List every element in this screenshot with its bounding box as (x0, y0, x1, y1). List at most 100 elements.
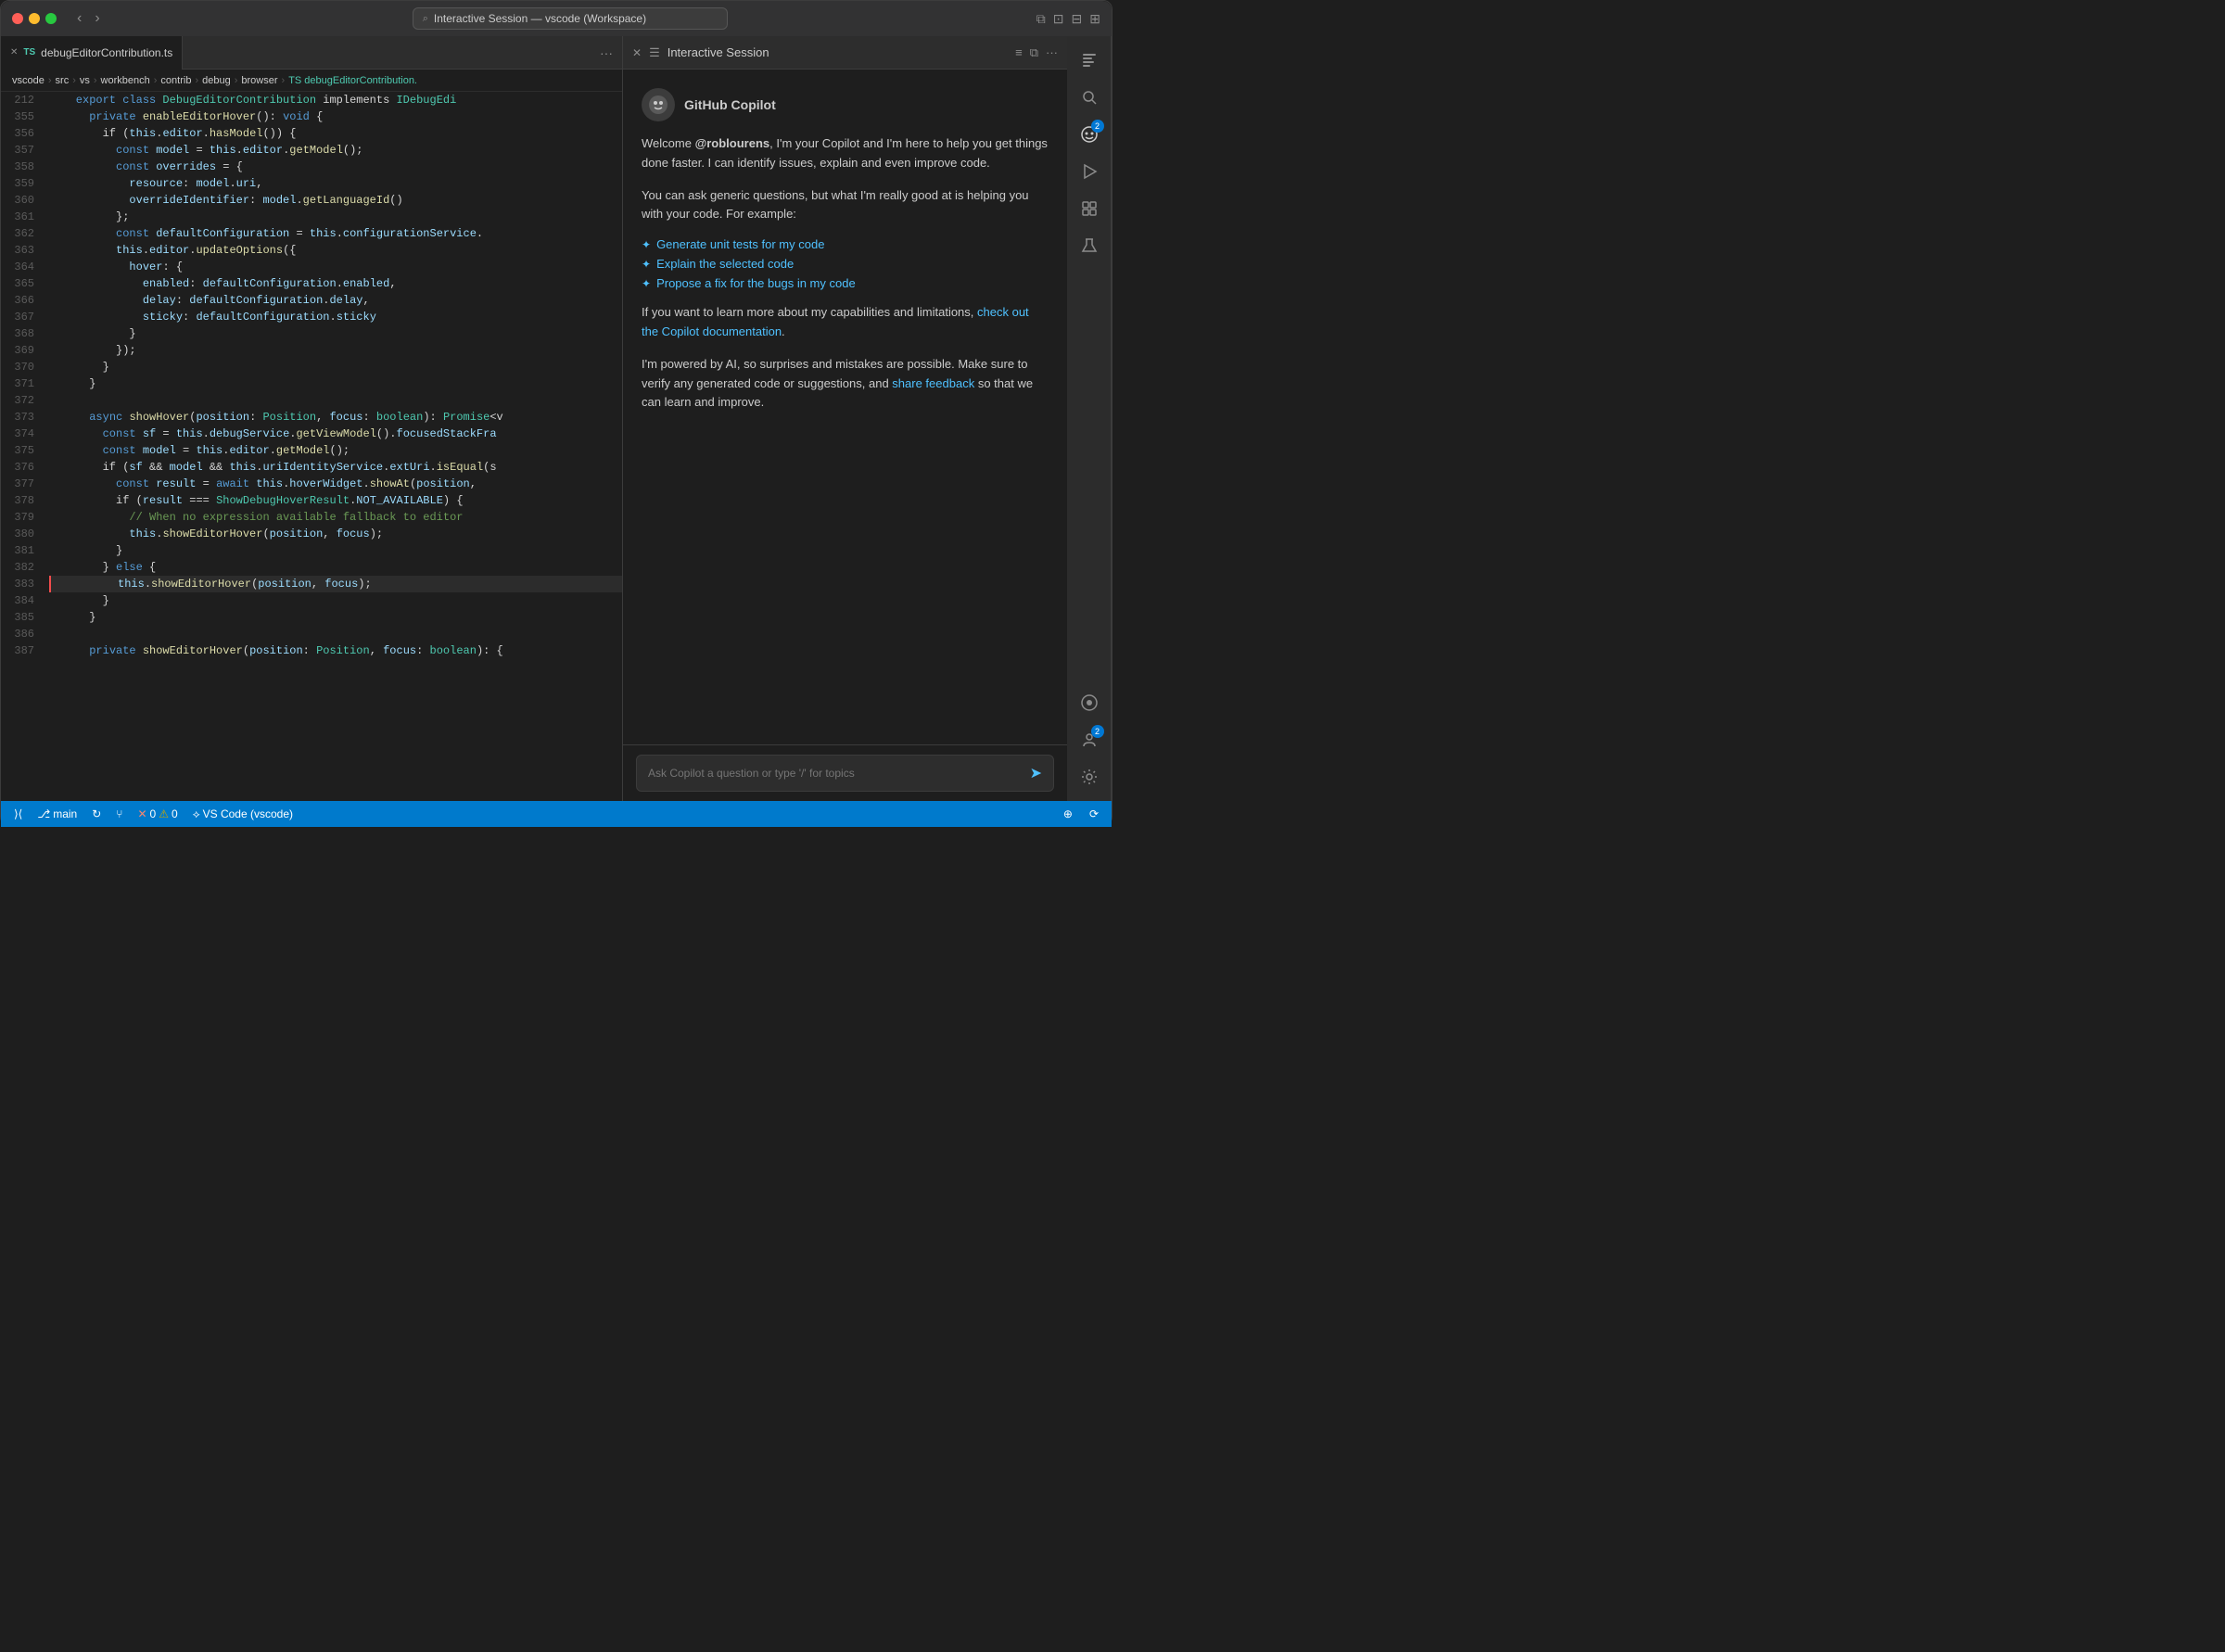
remote-icon: ⟩⟨ (14, 807, 22, 820)
search-bar-inner[interactable]: ⌕ Interactive Session — vscode (Workspac… (413, 7, 728, 30)
copilot-link-2[interactable]: ✦ Explain the selected code (642, 257, 1049, 271)
sync-icon: ↻ (92, 807, 101, 820)
spark-icon-3: ✦ (642, 277, 651, 290)
status-errors[interactable]: ✕ 0 ⚠ 0 (134, 807, 181, 820)
nav-buttons: ‹ › (73, 8, 104, 29)
activity-run[interactable] (1073, 155, 1106, 188)
status-left: ⟩⟨ ⎇ main ↻ ⑂ ✕ 0 ⚠ 0 ⟡ VS Code (vscode) (10, 807, 297, 821)
breadcrumb-src[interactable]: src (56, 75, 70, 86)
warning-count: 0 (172, 807, 178, 820)
status-sync[interactable]: ↻ (88, 807, 105, 820)
activity-accounts[interactable]: 2 (1073, 723, 1106, 756)
tab-lang: TS (23, 47, 35, 57)
editor-tab[interactable]: ✕ TS debugEditorContribution.ts (1, 36, 183, 70)
error-count: 0 (150, 807, 157, 820)
close-button[interactable] (12, 13, 23, 24)
tab-more-button[interactable]: ··· (591, 45, 622, 60)
copilot-welcome-text: Welcome @roblourens, I'm your Copilot an… (642, 134, 1049, 173)
status-broadcast[interactable]: ⟳ (1086, 807, 1102, 820)
back-button[interactable]: ‹ (73, 8, 85, 29)
copilot-menu-icon: ☰ (649, 45, 660, 60)
copilot-avatar-row: GitHub Copilot (642, 88, 1049, 121)
branch-icon: ⎇ (37, 807, 50, 820)
branch-name: main (53, 807, 77, 820)
activity-settings[interactable] (1073, 760, 1106, 794)
copilot-panel-title: Interactive Session (668, 45, 1008, 59)
code-editor[interactable]: 212 355 356 357 358 359 360 361 362 363 … (1, 92, 622, 801)
status-remote-button[interactable]: ⟩⟨ (10, 807, 26, 820)
copilot-list-icon[interactable]: ≡ (1015, 45, 1023, 60)
status-vscode[interactable]: ⟡ VS Code (vscode) (189, 807, 297, 821)
breadcrumb-vscode[interactable]: vscode (12, 75, 44, 86)
breadcrumb-browser[interactable]: browser (241, 75, 277, 86)
search-icon: ⌕ (423, 13, 428, 25)
activity-flask[interactable] (1073, 229, 1106, 262)
copilot-header-actions: ≡ ⧉ ··· (1015, 45, 1058, 60)
layout-button[interactable]: ⊡ (1053, 11, 1064, 27)
copilot-docs-link[interactable]: check out the Copilot documentation (642, 305, 1029, 338)
title-bar: ‹ › ⌕ Interactive Session — vscode (Work… (1, 1, 1112, 36)
activity-bottom: 2 (1073, 686, 1106, 794)
copilot-link-1[interactable]: ✦ Generate unit tests for my code (642, 237, 1049, 251)
vscode-icon: ⟡ (193, 807, 200, 821)
activity-copilot[interactable]: 2 (1073, 118, 1106, 151)
breadcrumb-workbench[interactable]: workbench (101, 75, 150, 86)
accounts-badge: 2 (1091, 725, 1104, 738)
status-live-share[interactable]: ⊕ (1060, 807, 1076, 820)
copilot-split-icon[interactable]: ⧉ (1030, 45, 1038, 60)
status-git[interactable]: ⑂ (112, 807, 126, 820)
workspace-name: VS Code (vscode) (203, 807, 293, 820)
copilot-more-icon[interactable]: ··· (1046, 45, 1058, 60)
title-bar-actions: ⧉ ⊡ ⊟ ⊞ (1036, 11, 1100, 27)
copilot-panel: ✕ ☰ Interactive Session ≡ ⧉ ··· G (622, 36, 1067, 801)
panel-button[interactable]: ⊟ (1072, 11, 1083, 27)
copilot-links-section: ✦ Generate unit tests for my code ✦ Expl… (642, 237, 1049, 290)
status-branch[interactable]: ⎇ main (33, 807, 81, 820)
warning-icon: ⚠ (159, 807, 169, 820)
copilot-link-2-text: Explain the selected code (656, 257, 794, 271)
live-share-icon: ⊕ (1063, 807, 1073, 820)
spark-icon-1: ✦ (642, 238, 651, 251)
status-bar: ⟩⟨ ⎇ main ↻ ⑂ ✕ 0 ⚠ 0 ⟡ VS Code (vscode)… (1, 801, 1112, 827)
minimize-button[interactable] (29, 13, 40, 24)
breadcrumb-debug[interactable]: debug (202, 75, 231, 86)
copilot-panel-header: ✕ ☰ Interactive Session ≡ ⧉ ··· (623, 36, 1067, 70)
copilot-intro-text: You can ask generic questions, but what … (642, 186, 1049, 225)
tab-filename: debugEditorContribution.ts (41, 46, 172, 59)
broadcast-icon: ⟳ (1089, 807, 1099, 820)
breadcrumb-vs[interactable]: vs (80, 75, 90, 86)
activity-github[interactable] (1073, 686, 1106, 719)
activity-explorer[interactable] (1073, 44, 1106, 77)
breadcrumb-file[interactable]: TS debugEditorContribution. (288, 75, 417, 86)
editor-area: ✕ TS debugEditorContribution.ts ··· vsco… (1, 36, 622, 801)
breadcrumb-contrib[interactable]: contrib (160, 75, 191, 86)
activity-extensions[interactable] (1073, 192, 1106, 225)
customize-layout-button[interactable]: ⊞ (1089, 11, 1100, 27)
copilot-avatar (642, 88, 675, 121)
copilot-ai-text: I'm powered by AI, so surprises and mist… (642, 355, 1049, 413)
search-bar: ⌕ Interactive Session — vscode (Workspac… (111, 7, 1029, 30)
copilot-link-1-text: Generate unit tests for my code (656, 237, 824, 251)
copilot-input-box[interactable]: ➤ (636, 755, 1054, 792)
copilot-send-button[interactable]: ➤ (1030, 764, 1042, 782)
copilot-docs-text: If you want to learn more about my capab… (642, 303, 1049, 342)
error-icon: ✕ (137, 807, 146, 820)
tab-close-icon[interactable]: ✕ (10, 47, 18, 57)
maximize-button[interactable] (45, 13, 57, 24)
tab-bar: ✕ TS debugEditorContribution.ts ··· (1, 36, 622, 70)
copilot-input-area: ➤ (623, 744, 1067, 801)
split-editor-button[interactable]: ⧉ (1036, 11, 1046, 27)
spark-icon-2: ✦ (642, 258, 651, 271)
forward-button[interactable]: › (91, 8, 103, 29)
copilot-input-field[interactable] (648, 767, 1023, 780)
activity-search[interactable] (1073, 81, 1106, 114)
code-content: export class DebugEditorContribution imp… (45, 92, 622, 801)
copilot-close-button[interactable]: ✕ (632, 46, 642, 59)
copilot-link-3[interactable]: ✦ Propose a fix for the bugs in my code (642, 276, 1049, 290)
traffic-lights (12, 13, 57, 24)
main-layout: ✕ TS debugEditorContribution.ts ··· vsco… (1, 36, 1112, 801)
copilot-feedback-link[interactable]: share feedback (892, 376, 974, 390)
line-numbers: 212 355 356 357 358 359 360 361 362 363 … (1, 92, 45, 801)
copilot-badge: 2 (1091, 120, 1104, 133)
search-bar-text: Interactive Session — vscode (Workspace) (434, 12, 646, 25)
